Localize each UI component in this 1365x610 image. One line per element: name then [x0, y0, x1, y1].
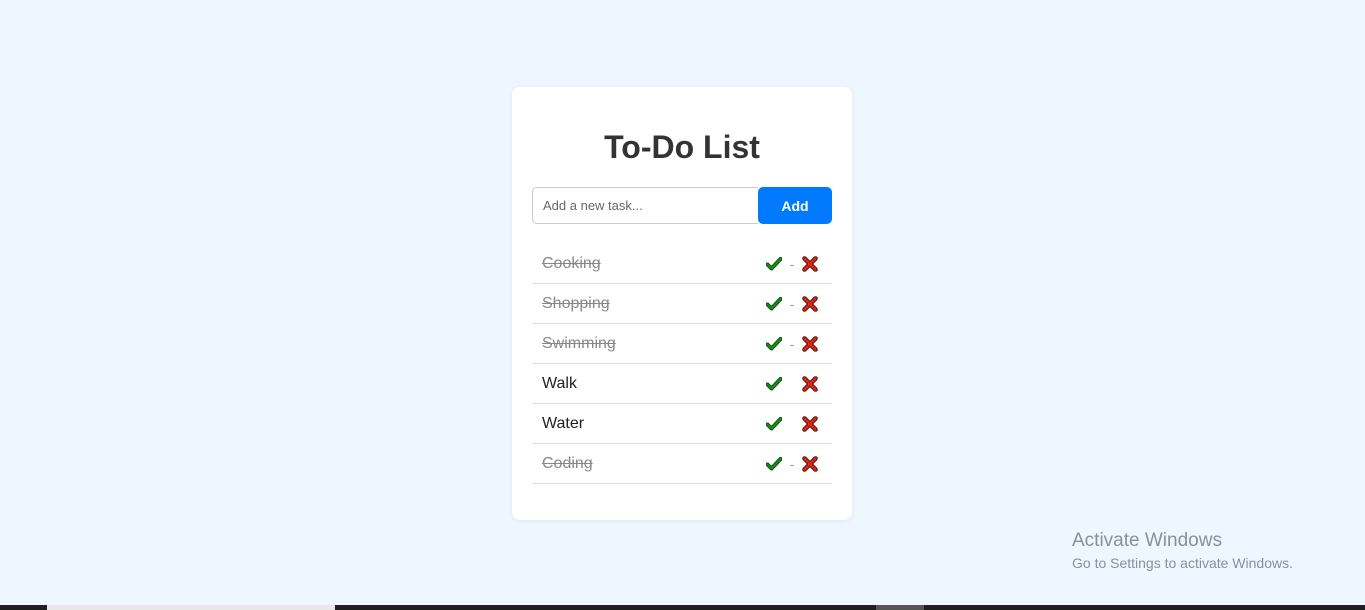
- x-icon[interactable]: [800, 254, 820, 274]
- task-text[interactable]: Walk: [542, 375, 764, 393]
- task-separator: -: [789, 335, 795, 352]
- task-item: Cooking -: [532, 244, 832, 284]
- task-text[interactable]: Coding: [542, 455, 764, 473]
- taskbar-item[interactable]: [876, 605, 924, 610]
- task-actions: -: [764, 254, 826, 274]
- task-item: Walk: [532, 364, 832, 404]
- task-actions: -: [764, 334, 826, 354]
- task-item: Swimming -: [532, 324, 832, 364]
- task-text[interactable]: Swimming: [542, 335, 764, 353]
- task-separator: -: [789, 255, 795, 272]
- task-text[interactable]: Cooking: [542, 255, 764, 273]
- check-icon[interactable]: [764, 254, 784, 274]
- task-item: Shopping -: [532, 284, 832, 324]
- page: To-Do List Add Cooking-Shopping-Swimming…: [0, 0, 1365, 610]
- watermark-title: Activate Windows: [1072, 530, 1222, 551]
- add-task-form: Add: [532, 187, 832, 224]
- x-icon[interactable]: [800, 414, 820, 434]
- taskbar-active-item[interactable]: [47, 605, 335, 610]
- check-icon[interactable]: [764, 334, 784, 354]
- x-icon[interactable]: [800, 294, 820, 314]
- task-actions: [764, 374, 826, 394]
- check-icon[interactable]: [764, 414, 784, 434]
- activate-windows-watermark: Activate Windows Go to Settings to activ…: [1072, 530, 1293, 574]
- watermark-subtitle: Go to Settings to activate Windows.: [1072, 555, 1293, 571]
- task-list: Cooking - Shopping - Swimming - Walk Water Codin…: [532, 244, 832, 484]
- task-actions: [764, 414, 826, 434]
- check-icon[interactable]: [764, 374, 784, 394]
- task-actions: -: [764, 294, 826, 314]
- todo-card: To-Do List Add Cooking-Shopping-Swimming…: [512, 87, 852, 520]
- task-item: Coding -: [532, 444, 832, 484]
- add-button[interactable]: Add: [758, 187, 832, 224]
- task-text[interactable]: Water: [542, 415, 764, 433]
- task-item: Water: [532, 404, 832, 444]
- x-icon[interactable]: [800, 334, 820, 354]
- task-separator: -: [789, 295, 795, 312]
- task-input[interactable]: [532, 187, 758, 224]
- x-icon[interactable]: [800, 374, 820, 394]
- task-actions: -: [764, 454, 826, 474]
- task-separator: -: [789, 455, 795, 472]
- x-icon[interactable]: [800, 454, 820, 474]
- page-title: To-Do List: [604, 129, 760, 165]
- check-icon[interactable]: [764, 294, 784, 314]
- task-text[interactable]: Shopping: [542, 295, 764, 313]
- check-icon[interactable]: [764, 454, 784, 474]
